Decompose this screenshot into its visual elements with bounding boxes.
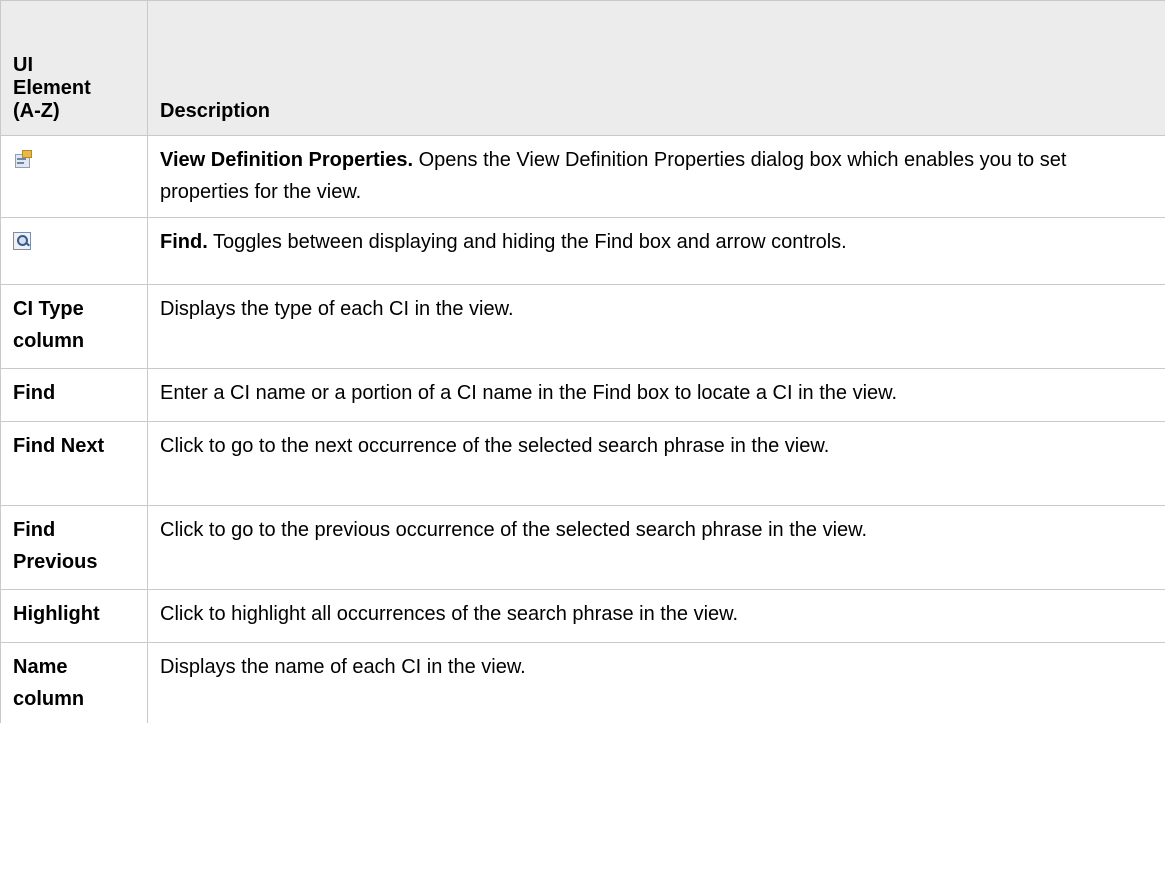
row-element-cell: Highlight	[0, 589, 148, 643]
row-description-text: Toggles between displaying and hiding th…	[207, 231, 847, 253]
header-ui-element-line3: (A-Z)	[13, 100, 60, 122]
row-element-name: Name column	[13, 656, 85, 710]
ui-elements-table-wrapper: UI Element (A-Z) Description View Defini…	[0, 0, 1165, 723]
table-row: Find Enter a CI name or a portion of a C…	[0, 368, 1165, 422]
table-row: Find. Toggles between displaying and hid…	[0, 217, 1165, 285]
row-description-text: Click to highlight all occurrences of th…	[160, 603, 739, 625]
row-element-cell: Find Previous	[0, 505, 148, 590]
table-row: Highlight Click to highlight all occurre…	[0, 589, 1165, 643]
table-row: CI Type column Displays the type of each…	[0, 284, 1165, 369]
row-description-cell: Displays the name of each CI in the view…	[147, 642, 1165, 723]
row-element-cell: CI Type column	[0, 284, 148, 369]
table-row: Find Next Click to go to the next occurr…	[0, 421, 1165, 506]
row-description-text: Enter a CI name or a portion of a CI nam…	[160, 382, 898, 404]
row-description-cell: View Definition Properties. Opens the Vi…	[147, 135, 1165, 218]
row-description-term: View Definition Properties.	[160, 149, 414, 171]
ui-elements-table: UI Element (A-Z) Description View Defini…	[0, 0, 1165, 723]
row-element-name: CI Type column	[13, 298, 85, 352]
row-element-name: Highlight	[13, 603, 100, 625]
row-element-name: Find Previous	[13, 519, 98, 573]
row-element-name: Find	[13, 382, 56, 404]
header-ui-element: UI Element (A-Z)	[0, 0, 148, 136]
row-element-name: Find Next	[13, 435, 105, 457]
header-ui-element-line1: UI	[13, 54, 33, 76]
row-description-cell: Click to go to the previous occurrence o…	[147, 505, 1165, 590]
row-description-cell: Enter a CI name or a portion of a CI nam…	[147, 368, 1165, 422]
view-definition-properties-icon	[13, 150, 32, 168]
row-description-cell: Click to highlight all occurrences of th…	[147, 589, 1165, 643]
table-row: View Definition Properties. Opens the Vi…	[0, 135, 1165, 218]
row-element-cell: Find	[0, 368, 148, 422]
row-element-cell	[0, 135, 148, 218]
table-header-row: UI Element (A-Z) Description	[0, 0, 1165, 136]
table-row: Find Previous Click to go to the previou…	[0, 505, 1165, 590]
table-row: Name column Displays the name of each CI…	[0, 642, 1165, 723]
row-description-text: Displays the type of each CI in the view…	[160, 298, 514, 320]
header-description-label: Description	[160, 100, 271, 122]
row-description-term: Find.	[160, 231, 208, 253]
row-element-cell	[0, 217, 148, 285]
find-icon	[13, 232, 31, 250]
row-description-cell: Displays the type of each CI in the view…	[147, 284, 1165, 369]
row-description-text: Click to go to the previous occurrence o…	[160, 519, 868, 541]
row-element-cell: Find Next	[0, 421, 148, 506]
row-description-text: Displays the name of each CI in the view…	[160, 656, 526, 678]
header-description: Description	[147, 0, 1165, 136]
row-description-text: Click to go to the next occurrence of th…	[160, 435, 830, 457]
header-ui-element-line2: Element	[13, 77, 91, 99]
row-element-cell: Name column	[0, 642, 148, 723]
row-description-cell: Find. Toggles between displaying and hid…	[147, 217, 1165, 285]
row-description-cell: Click to go to the next occurrence of th…	[147, 421, 1165, 506]
